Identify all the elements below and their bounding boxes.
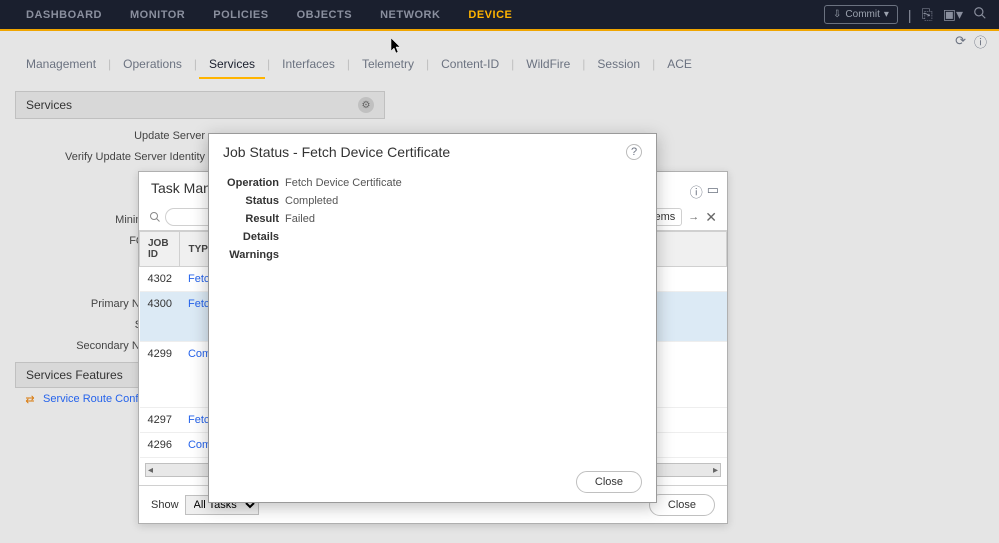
topbar-right: ⇩ Commit ▾ | ⎘ ▣▾ — [824, 5, 987, 24]
route-icon: ⇄ — [23, 392, 37, 406]
nav-objects[interactable]: OBJECTS — [283, 0, 366, 30]
value-operation: Fetch Device Certificate — [285, 177, 402, 189]
label-operation: Operation — [223, 177, 279, 189]
nav-monitor[interactable]: MONITOR — [116, 0, 199, 30]
tab-session[interactable]: Session — [587, 51, 650, 79]
tab-services[interactable]: Services — [199, 51, 265, 79]
job-body: Operation Fetch Device Certificate Statu… — [209, 170, 656, 268]
task-close-button[interactable]: Close — [649, 494, 715, 516]
help-icon[interactable]: ? — [626, 144, 642, 160]
help-icon[interactable]: ⓘ — [974, 32, 987, 51]
sub-tabs: Management | Operations | Services | Int… — [0, 51, 999, 79]
gear-icon[interactable]: ⚙ — [358, 97, 374, 113]
nav-device[interactable]: DEVICE — [454, 0, 526, 30]
close-icon[interactable]: ✕ — [705, 209, 717, 226]
top-nav: DASHBOARD MONITOR POLICIES OBJECTS NETWO… — [12, 0, 526, 30]
job-status-title: Job Status - Fetch Device Certificate — [223, 144, 450, 160]
refresh-icon[interactable]: ⟳ — [955, 33, 966, 49]
search-icon — [149, 211, 161, 223]
label-result: Result — [223, 213, 279, 225]
col-job-id[interactable]: JOB ID — [140, 232, 180, 267]
label-details: Details — [223, 231, 279, 243]
value-status: Completed — [285, 195, 338, 207]
cell-job-id: 4300 — [140, 292, 180, 342]
utility-bar: ⟳ ⓘ — [0, 31, 999, 51]
arrow-right-icon[interactable]: → — [688, 211, 699, 223]
tab-ace[interactable]: ACE — [657, 51, 702, 79]
content-area: ⟳ ⓘ Management | Operations | Services |… — [0, 31, 999, 543]
nav-policies[interactable]: POLICIES — [199, 0, 282, 30]
cell-job-id: 4302 — [140, 267, 180, 292]
cell-job-id: 4296 — [140, 433, 180, 458]
top-bar: DASHBOARD MONITOR POLICIES OBJECTS NETWO… — [0, 0, 999, 31]
job-close-button[interactable]: Close — [576, 471, 642, 493]
scroll-left-icon[interactable]: ◂ — [148, 465, 153, 476]
tab-telemetry[interactable]: Telemetry — [352, 51, 424, 79]
nav-dashboard[interactable]: DASHBOARD — [12, 0, 116, 30]
tab-operations[interactable]: Operations — [113, 51, 192, 79]
task-window-icon[interactable]: ▭ — [707, 182, 719, 201]
label-warnings: Warnings — [223, 249, 279, 261]
show-label: Show — [151, 499, 179, 511]
label-update-server: Update Server — [134, 130, 205, 142]
box-icon[interactable]: ▣▾ — [943, 6, 963, 23]
scroll-right-icon[interactable]: ▸ — [713, 465, 718, 476]
tab-interfaces[interactable]: Interfaces — [272, 51, 345, 79]
label-status: Status — [223, 195, 279, 207]
value-result: Failed — [285, 213, 315, 225]
task-help-icon[interactable]: ⓘ — [690, 182, 703, 201]
nav-network[interactable]: NETWORK — [366, 0, 454, 30]
commit-label: Commit — [845, 9, 879, 20]
tab-wildfire[interactable]: WildFire — [516, 51, 580, 79]
features-header-label: Services Features — [26, 368, 123, 382]
cell-job-id: 4297 — [140, 408, 180, 433]
commit-button[interactable]: ⇩ Commit ▾ — [824, 5, 898, 24]
job-header: Job Status - Fetch Device Certificate ? — [209, 134, 656, 170]
tab-management[interactable]: Management — [16, 51, 106, 79]
filter-icon[interactable]: ⎘ — [922, 6, 933, 23]
search-icon[interactable] — [973, 6, 987, 23]
divider-icon: | — [908, 7, 912, 23]
services-header-label: Services — [26, 98, 72, 112]
label-verify-identity: Verify Update Server Identity — [65, 151, 205, 163]
services-header: Services ⚙ — [15, 91, 385, 119]
chevron-down-icon: ▾ — [884, 9, 889, 20]
tab-content-id[interactable]: Content-ID — [431, 51, 509, 79]
cell-job-id: 4299 — [140, 342, 180, 408]
job-footer: Close — [209, 462, 656, 502]
commit-icon: ⇩ — [833, 9, 841, 20]
job-status-modal: Job Status - Fetch Device Certificate ? … — [208, 133, 657, 503]
